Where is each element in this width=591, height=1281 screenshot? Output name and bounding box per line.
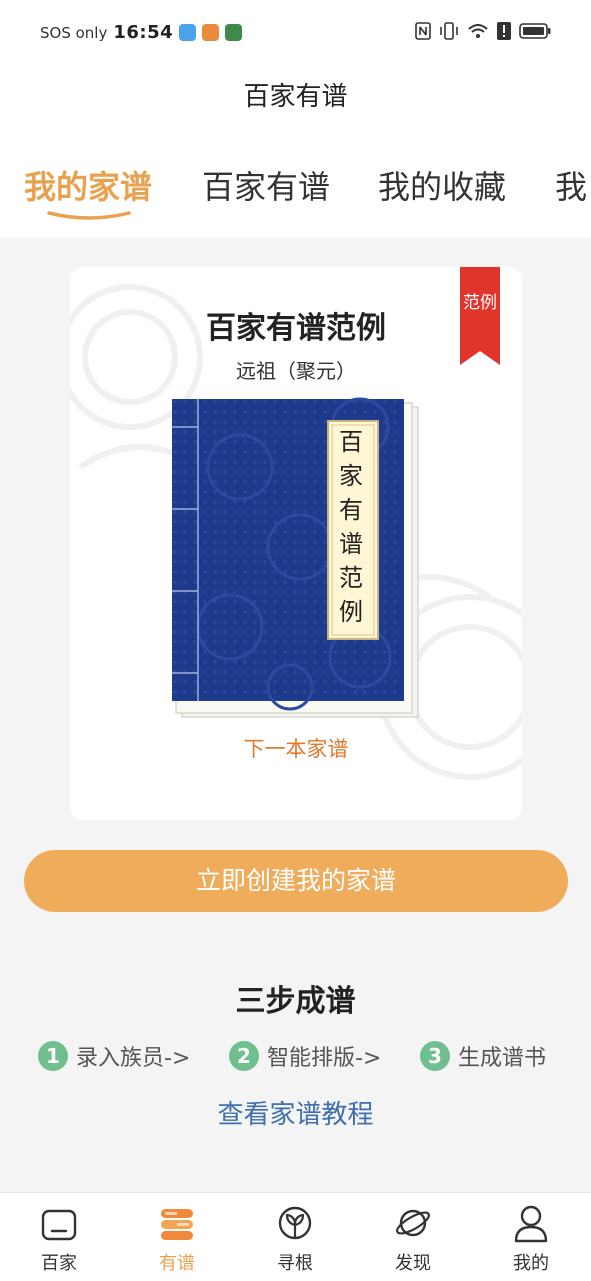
vibrate-icon: [440, 22, 458, 40]
page-title: 百家有谱: [243, 82, 348, 112]
nav-item-mine[interactable]: 我的: [472, 1193, 590, 1281]
card-title: 百家有谱范例: [206, 311, 386, 346]
clock: 16:54: [113, 22, 174, 43]
step-number-badge: 2: [229, 1041, 259, 1071]
steps-title: 三步成谱: [235, 984, 356, 1019]
nfc-icon: [415, 22, 431, 40]
steps-row: 1 录入族员-> 2 智能排版-> 3 生成谱书: [38, 1040, 568, 1074]
step-1: 1 录入族员->: [38, 1040, 190, 1072]
step-label: 录入族员->: [76, 1046, 191, 1071]
next-genealogy-link[interactable]: 下一本家谱: [70, 733, 522, 763]
nav-label: 发现: [395, 1253, 431, 1274]
app-icon-orange: [202, 24, 220, 41]
books-icon: [161, 1209, 193, 1240]
sample-genealogy-card[interactable]: 范例 百家有谱范例 远祖（聚元） 百家有谱范例 下一本家谱: [70, 267, 522, 820]
nav-label: 有谱: [159, 1253, 195, 1274]
sprout-icon: [278, 1206, 312, 1240]
nav-label: 百家: [41, 1253, 77, 1274]
step-number-badge: 3: [420, 1041, 450, 1071]
planet-icon: [396, 1209, 430, 1237]
card-ancestor: 远祖（聚元）: [236, 359, 356, 383]
profile-icon: [514, 1205, 548, 1243]
nav-item-youpu[interactable]: 有谱: [118, 1193, 236, 1281]
status-bar: SOS only 16:54: [0, 0, 591, 66]
nav-item-baijia[interactable]: 百家: [0, 1193, 118, 1281]
view-tutorial-link[interactable]: 查看家谱教程: [0, 1094, 591, 1131]
tab-my-favorites[interactable]: 我的收藏: [378, 162, 506, 208]
bottom-nav: 百家 有谱 寻根 发现 我的: [0, 1192, 591, 1281]
tab-bar: 我的家谱 百家有谱 我的收藏 我: [0, 136, 591, 238]
book-cover-title: 百家有谱范例: [339, 428, 363, 626]
step-label: 生成谱书: [458, 1046, 547, 1071]
book-cover[interactable]: [170, 397, 420, 719]
status-bar-right: [415, 22, 551, 40]
nav-item-faxian[interactable]: 发现: [354, 1193, 472, 1281]
step-2: 2 智能排版->: [229, 1040, 381, 1072]
status-bar-left: SOS only 16:54: [40, 22, 243, 43]
nav-item-xungen[interactable]: 寻根: [236, 1193, 354, 1281]
wifi-icon: [468, 24, 488, 38]
carrier-text: SOS only: [40, 23, 108, 42]
app-icon-green: [225, 24, 243, 41]
alert-icon: [497, 22, 511, 40]
tab-baijia-youpu[interactable]: 百家有谱: [202, 162, 330, 208]
home-icon: [41, 1209, 77, 1241]
step-number-badge: 1: [38, 1041, 68, 1071]
tab-partial-mine[interactable]: 我: [555, 162, 587, 208]
nav-label: 寻根: [277, 1253, 313, 1274]
title-bar: 百家有谱: [0, 66, 591, 136]
step-3: 3 生成谱书: [420, 1040, 546, 1072]
step-label: 智能排版->: [267, 1046, 382, 1071]
tab-my-genealogy[interactable]: 我的家谱: [24, 162, 152, 208]
battery-icon: [519, 23, 551, 39]
active-tab-indicator: [47, 211, 131, 220]
app-icon-blue: [179, 24, 197, 41]
nav-label: 我的: [513, 1253, 549, 1274]
create-genealogy-button[interactable]: 立即创建我的家谱: [24, 850, 568, 912]
